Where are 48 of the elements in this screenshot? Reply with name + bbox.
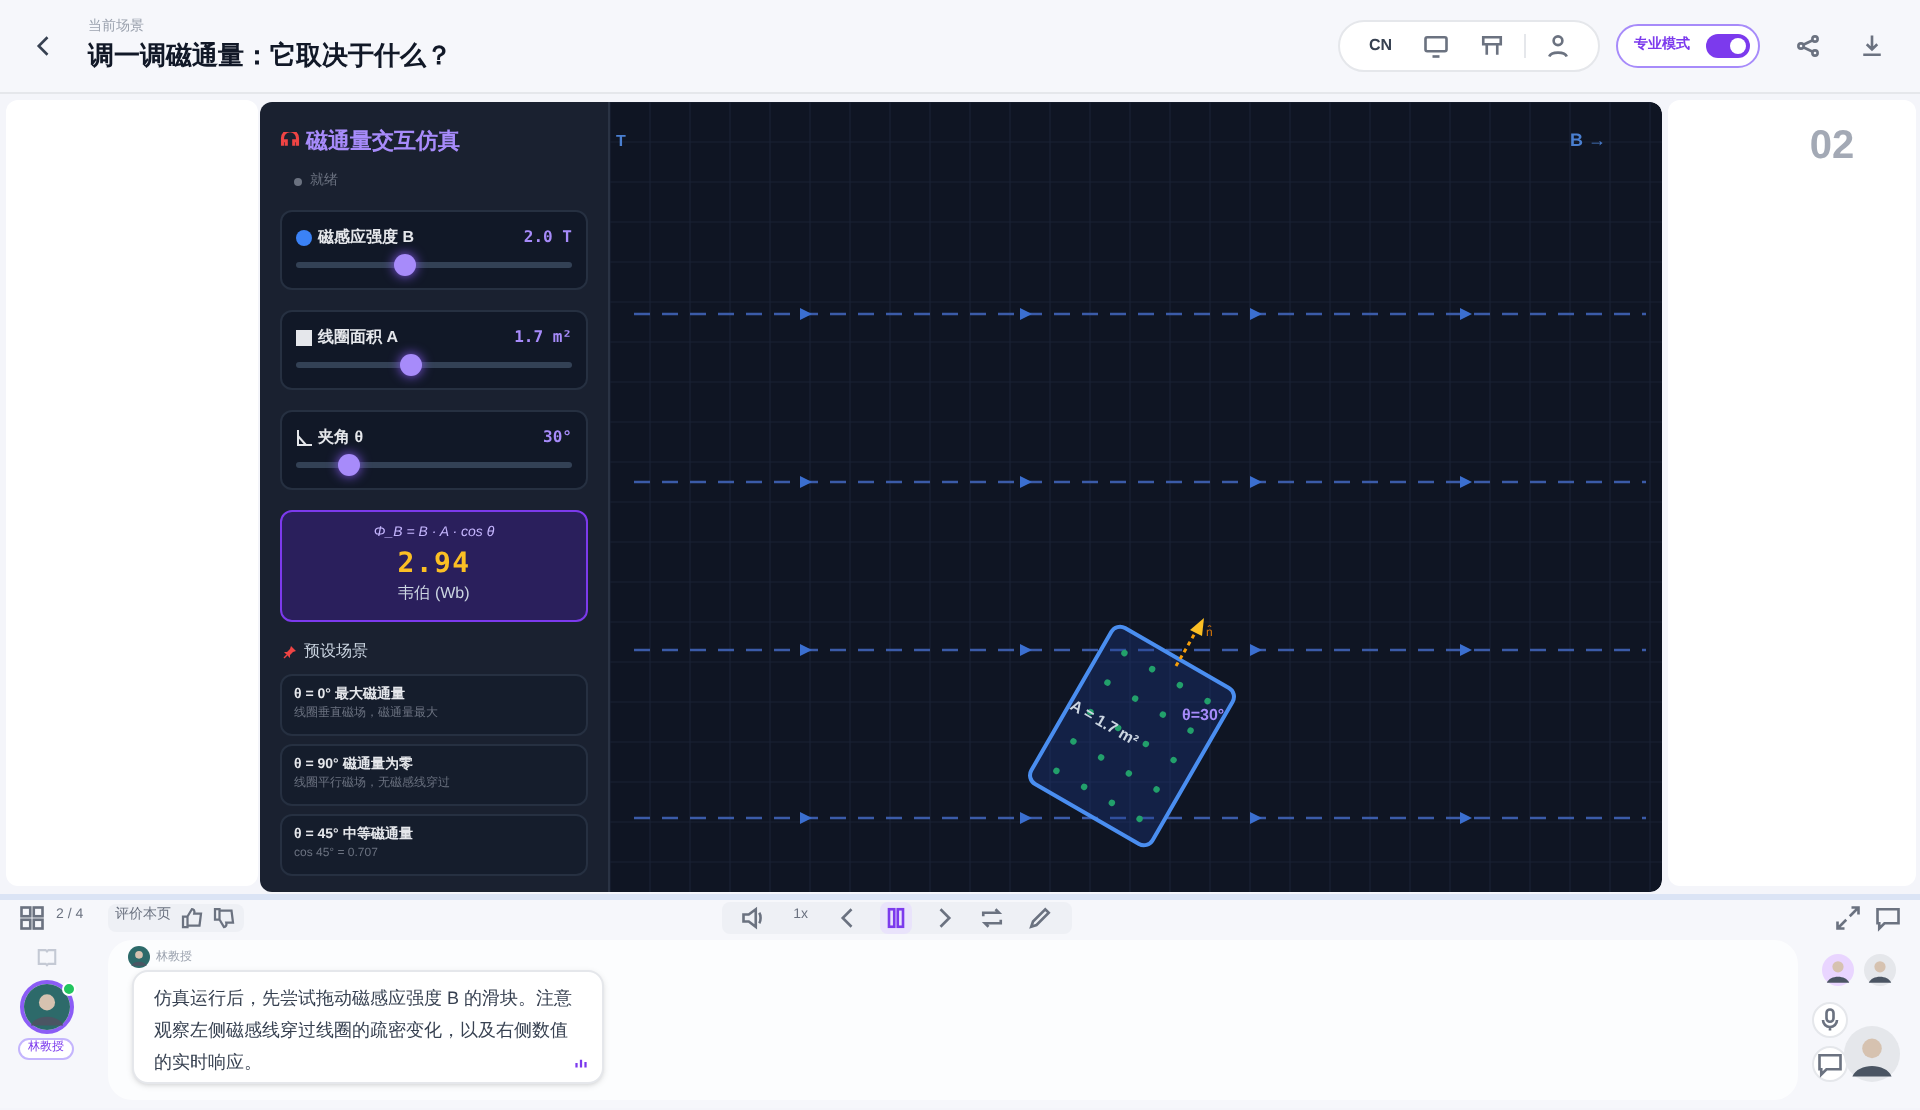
angle-icon [296,430,312,446]
volume-icon[interactable] [739,903,768,931]
coil-label: A = 1.7 m² [1065,694,1143,754]
repeat-icon[interactable] [978,903,1006,931]
slider-thumb[interactable] [338,454,361,476]
download-icon[interactable] [1858,32,1886,60]
slider-label: 夹角 θ [318,426,364,450]
thumbs-down-icon[interactable] [211,903,236,931]
square-icon [296,330,312,346]
slider-value: 30° [543,426,572,450]
avatar-icon [1864,954,1896,986]
field-label: B → [1570,128,1606,154]
pin-icon [282,644,298,660]
audio-bars-icon [572,1054,590,1072]
book-icon [35,946,57,968]
slider-label: 磁感应强度 B [318,226,414,250]
slider-value: 1.7 m² [514,326,572,350]
slider-thumb[interactable] [399,354,422,376]
chat-icon[interactable] [1815,1050,1843,1078]
slider-label: 线圈面积 A [318,326,398,350]
simulation-title: 磁通量交互仿真 [306,127,460,158]
presets-title: 预设场景 [304,640,368,664]
angle-label: θ=30° [1182,704,1225,728]
user-icon[interactable] [1544,32,1572,60]
corner-label: T [616,130,626,154]
message-text: 仿真运行后，先尝试拖动磁感应强度 B 的滑块。注意观察左侧磁感线穿过线圈的疏密变化，以及右侧数值的实时响应。 [154,986,575,1076]
sphere-icon [296,230,312,246]
unit-text: 韦伯 (Wb) [398,581,470,605]
avatar-icon [1822,954,1854,986]
share-icon[interactable] [1794,32,1822,60]
pause-icon[interactable] [882,903,910,931]
grid-icon[interactable] [18,903,46,931]
teacher-avatar[interactable] [19,980,73,1034]
page-title: 调一调磁通量：它取决于什么？ [88,38,452,74]
slider-value: 2.0 T [523,226,572,250]
avatar-icon [128,946,150,968]
avatar-icon [23,984,69,1030]
language-button[interactable]: CN [1356,34,1404,58]
pen-icon[interactable] [1026,903,1054,931]
normal-arrow [1174,618,1204,667]
slide-number: 02 [1809,122,1855,172]
slider-thumb[interactable] [393,254,416,276]
monitor-icon[interactable] [1422,32,1450,60]
thumbs-up-icon[interactable] [179,903,204,931]
flux-value: 2.94 [397,545,471,581]
comment-icon[interactable] [1874,903,1902,931]
podium-icon[interactable] [1478,32,1506,60]
fullscreen-icon[interactable] [1834,903,1862,931]
